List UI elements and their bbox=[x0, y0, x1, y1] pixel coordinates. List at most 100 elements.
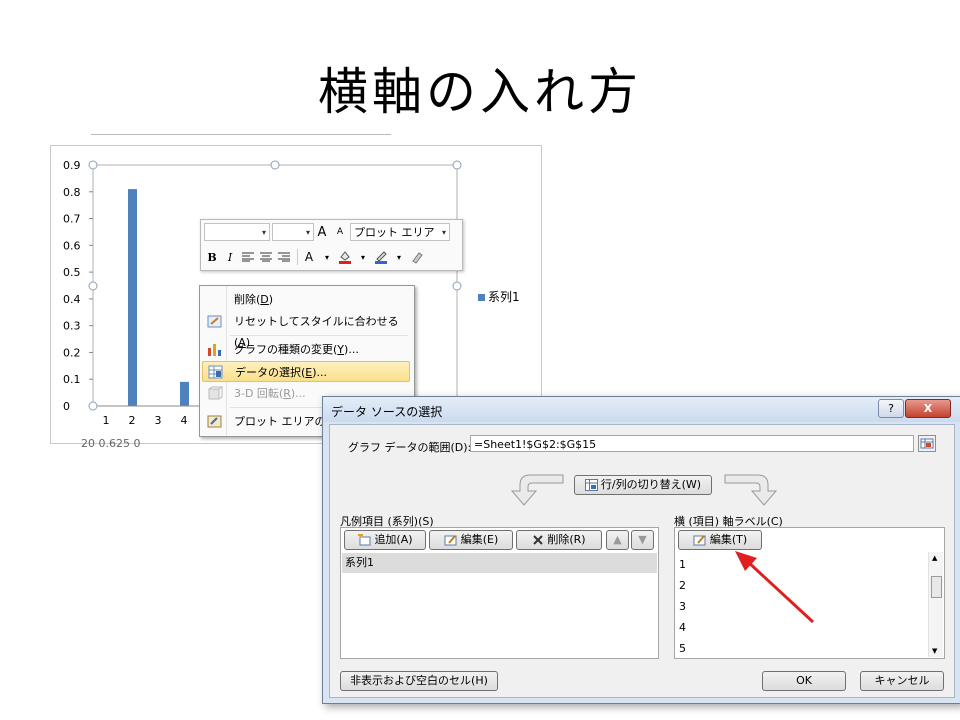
x-tick-label: 1 bbox=[103, 414, 110, 427]
align-right-icon[interactable] bbox=[276, 248, 292, 266]
menu-item-reset-style[interactable]: リセットしてスタイルに合わせる(A) bbox=[202, 311, 410, 349]
bold-button[interactable]: B bbox=[204, 248, 220, 266]
y-tick-label: 0.3 bbox=[63, 320, 81, 333]
right-curved-arrow-icon bbox=[724, 474, 778, 506]
delete-series-button[interactable]: 削除(R) bbox=[516, 530, 602, 550]
format-plot-area-icon bbox=[207, 415, 222, 428]
range-label: グラフ データの範囲(D): bbox=[348, 441, 472, 454]
toolbar-divider bbox=[297, 249, 298, 265]
dialog-titlebar[interactable]: データ ソースの選択 ? X bbox=[323, 397, 960, 422]
bar bbox=[180, 381, 189, 406]
menu-item-label: データの選択(E)... bbox=[235, 366, 328, 379]
italic-button[interactable]: I bbox=[222, 248, 238, 266]
hidden-empty-cells-button[interactable]: 非表示および空白のセル(H) bbox=[340, 671, 498, 691]
switch-row-column-icon bbox=[584, 479, 598, 491]
selection-handle bbox=[452, 281, 462, 291]
reset-style-icon bbox=[207, 315, 222, 328]
series-list-item[interactable]: 系列1 bbox=[342, 553, 657, 573]
line-color-icon[interactable] bbox=[373, 248, 389, 266]
x-tick-label: 4 bbox=[181, 414, 188, 427]
move-up-icon: ▲ bbox=[613, 533, 622, 546]
edit-series-button[interactable]: 編集(E) bbox=[429, 530, 513, 550]
y-tick-label: 0.6 bbox=[63, 239, 81, 252]
scroll-up-icon[interactable]: ▲ bbox=[932, 554, 937, 562]
selection-handle bbox=[88, 160, 98, 170]
delete-x-icon bbox=[533, 535, 544, 545]
chart-legend[interactable]: 系列1 bbox=[478, 288, 520, 305]
menu-item-change-chart-type[interactable]: グラフの種類の変更(Y)... bbox=[202, 339, 410, 360]
slide-title: 横軸の入れ方 bbox=[318, 63, 642, 121]
format-painter-icon[interactable] bbox=[409, 248, 425, 266]
3d-rotation-icon bbox=[208, 386, 223, 400]
legend-swatch bbox=[478, 294, 485, 301]
edit-icon bbox=[444, 535, 457, 546]
add-series-label: 追加(A) bbox=[374, 533, 413, 546]
font-size-dropdown[interactable]: ▾ bbox=[272, 223, 314, 241]
grow-font-button[interactable]: A bbox=[314, 223, 330, 241]
sheet-row-fragment bbox=[91, 134, 391, 145]
mini-toolbar: ▾ ▾ A A プロット エリア ▾ B I A ▾ ▾ ▾ bbox=[200, 219, 463, 271]
x-tick-label: 3 bbox=[155, 414, 162, 427]
legend-entries-panel: 追加(A) 編集(E) 削除(R) ▲ ▼ 系列1 bbox=[340, 527, 659, 659]
chart-element-label: プロット エリア bbox=[354, 226, 435, 239]
menu-item-label: 削除(D) bbox=[234, 293, 274, 306]
y-tick-label: 0.1 bbox=[63, 373, 81, 386]
edit-series-label: 編集(E) bbox=[460, 533, 499, 546]
shrink-font-button[interactable]: A bbox=[332, 223, 348, 241]
align-left-icon[interactable] bbox=[240, 248, 256, 266]
move-up-button[interactable]: ▲ bbox=[606, 530, 629, 550]
edit-icon bbox=[693, 535, 706, 546]
chevron-down-icon[interactable]: ▾ bbox=[391, 248, 407, 266]
sheet-cell-fragment: 20 0.625 0 bbox=[81, 437, 141, 450]
axis-label-item[interactable]: 3 bbox=[679, 597, 686, 617]
menu-item-select-data[interactable]: データの選択(E)... bbox=[202, 361, 410, 382]
menu-divider bbox=[230, 335, 408, 336]
move-down-button[interactable]: ▼ bbox=[631, 530, 654, 550]
dialog-body: グラフ データの範囲(D): =Sheet1!$G$2:$G$15 行/列の切り… bbox=[329, 424, 955, 698]
legend-label: 系列1 bbox=[488, 290, 520, 304]
align-center-icon[interactable] bbox=[258, 248, 274, 266]
axis-label-item[interactable]: 1 bbox=[679, 555, 686, 575]
y-tick-label: 0.9 bbox=[63, 159, 81, 172]
chevron-down-icon[interactable]: ▾ bbox=[355, 248, 371, 266]
close-button[interactable]: X bbox=[905, 399, 951, 418]
range-select-icon bbox=[920, 438, 934, 449]
ok-button[interactable]: OK bbox=[762, 671, 846, 691]
scroll-down-icon[interactable]: ▼ bbox=[932, 647, 937, 655]
help-button[interactable]: ? bbox=[878, 399, 904, 418]
select-data-icon bbox=[208, 365, 223, 379]
switch-row-column-button[interactable]: 行/列の切り替え(W) bbox=[574, 475, 712, 495]
chevron-down-icon[interactable]: ▾ bbox=[319, 248, 335, 266]
chart-type-icon bbox=[208, 344, 221, 356]
arrow-line bbox=[745, 559, 815, 624]
font-color-button[interactable]: A bbox=[301, 248, 317, 266]
range-picker-button[interactable] bbox=[918, 435, 936, 452]
axis-label-item[interactable]: 2 bbox=[679, 576, 686, 596]
selection-handle bbox=[270, 160, 280, 170]
add-icon bbox=[358, 534, 371, 546]
selection-handle bbox=[452, 160, 462, 170]
data-range-field[interactable]: =Sheet1!$G$2:$G$15 bbox=[470, 435, 914, 452]
axis-label-item[interactable]: 5 bbox=[679, 639, 686, 659]
scroll-thumb[interactable] bbox=[931, 576, 942, 598]
dialog-title: データ ソースの選択 bbox=[331, 405, 443, 419]
chart-element-dropdown[interactable]: プロット エリア ▾ bbox=[350, 223, 450, 241]
axis-labels-scrollbar[interactable]: ▲ ▼ bbox=[928, 552, 943, 657]
y-tick-label: 0.2 bbox=[63, 346, 81, 359]
selection-handle bbox=[88, 401, 98, 411]
menu-item-delete[interactable]: 削除(D) bbox=[202, 289, 410, 310]
fill-color-icon[interactable] bbox=[337, 248, 353, 266]
y-tick-label: 0.7 bbox=[63, 213, 81, 226]
delete-series-label: 削除(R) bbox=[547, 533, 586, 546]
y-tick-label: 0 bbox=[63, 400, 70, 413]
y-tick-label: 0.5 bbox=[63, 266, 81, 279]
red-arrow-icon bbox=[735, 551, 815, 624]
x-tick-label: 2 bbox=[129, 414, 136, 427]
add-series-button[interactable]: 追加(A) bbox=[344, 530, 426, 550]
axis-label-item[interactable]: 4 bbox=[679, 618, 686, 638]
selection-handle bbox=[88, 281, 98, 291]
cancel-button[interactable]: キャンセル bbox=[860, 671, 944, 691]
select-data-source-dialog: データ ソースの選択 ? X グラフ データの範囲(D): =Sheet1!$G… bbox=[322, 396, 960, 704]
menu-item-label: グラフの種類の変更(Y)... bbox=[234, 343, 359, 356]
font-name-dropdown[interactable]: ▾ bbox=[204, 223, 270, 241]
